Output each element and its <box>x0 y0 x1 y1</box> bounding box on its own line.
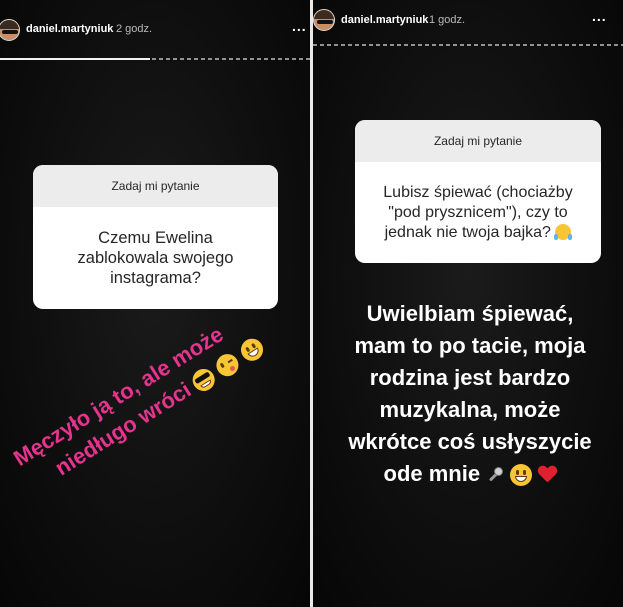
answer-line-2: mam to po tacie, moja <box>354 333 586 358</box>
progress-segment-remaining <box>152 58 310 60</box>
answer-line-3: rodzina jest bardzo <box>369 365 571 390</box>
question-sticker-header: Zadaj mi pytanie <box>355 120 601 162</box>
progress-segment-remaining <box>313 44 623 46</box>
answer-line-6: ode mnie <box>383 461 481 486</box>
progress-segment-viewed <box>0 58 150 60</box>
username[interactable]: daniel.martyniuk <box>341 14 428 26</box>
post-time: 1 godz. <box>429 14 466 26</box>
avatar[interactable] <box>313 9 335 31</box>
story-progress-bar <box>0 58 310 61</box>
question-text: Lubisz śpiewać (chociażby "pod prysznice… <box>383 183 573 241</box>
question-sticker: Zadaj mi pytanie Lubisz śpiewać (chociaż… <box>355 120 601 263</box>
avatar[interactable] <box>0 19 20 41</box>
story-header: daniel.martyniuk 2 godz. ... <box>0 10 310 50</box>
tears-of-joy-emoji-icon <box>554 224 573 241</box>
more-options-button[interactable]: ... <box>592 8 607 24</box>
microphone-emoji-icon <box>486 466 504 484</box>
answer-line-6-row: ode mnie <box>321 458 619 490</box>
more-options-button[interactable]: ... <box>292 18 307 34</box>
username[interactable]: daniel.martyniuk <box>26 23 113 35</box>
question-sticker-header: Zadaj mi pytanie <box>33 165 278 207</box>
story-header: daniel.martyniuk 1 godz. ... <box>313 0 623 40</box>
story-left[interactable]: daniel.martyniuk 2 godz. ... Zadaj mi py… <box>0 0 310 607</box>
post-time: 2 godz. <box>116 23 153 35</box>
wink-tongue-emoji-icon <box>212 349 244 381</box>
question-text: Czemu Ewelina zablokowala swojego instag… <box>77 229 234 287</box>
sunglasses-emoji-icon <box>188 364 220 396</box>
question-body: Lubisz śpiewać (chociażby "pod prysznice… <box>355 162 601 263</box>
question-sticker: Zadaj mi pytanie Czemu Ewelina zablokowa… <box>33 165 278 309</box>
answer-line-1: Uwielbiam śpiewać, <box>366 301 574 326</box>
answer-text: Uwielbiam śpiewać, mam to po tacie, moja… <box>321 298 619 490</box>
red-heart-emoji-icon <box>538 466 556 484</box>
grinning-emoji-icon <box>510 464 533 487</box>
grinning-emoji-icon <box>236 334 267 366</box>
story-progress-bar <box>313 44 623 47</box>
story-right[interactable]: daniel.martyniuk 1 godz. ... Zadaj mi py… <box>313 0 623 607</box>
answer-line-5: wkrótce coś usłyszycie <box>348 429 592 454</box>
answer-line-4: muzykalna, może <box>379 397 561 422</box>
